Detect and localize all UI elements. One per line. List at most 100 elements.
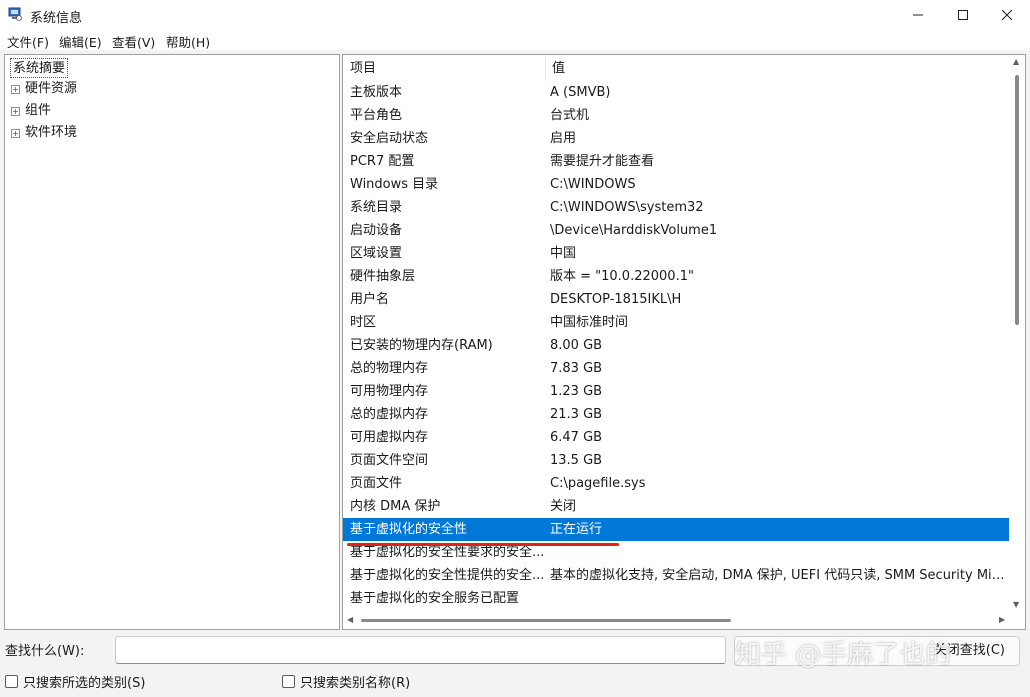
table-row[interactable]: 内核 DMA 保护 关闭 <box>343 495 1009 518</box>
menu-bar: 文件(F) 编辑(E) 查看(V) 帮助(H) <box>0 30 1030 50</box>
close-button[interactable] <box>984 0 1030 30</box>
title-bar: 系统信息 <box>0 0 1030 30</box>
checkbox[interactable] <box>282 674 295 688</box>
red-annotation-underline <box>347 543 619 546</box>
row-value-cell: 正在运行 <box>550 522 603 537</box>
row-value-cell: 中国标准时间 <box>550 315 629 330</box>
system-info-app-icon <box>8 7 22 21</box>
expand-icon[interactable]: + <box>11 85 20 94</box>
table-row[interactable]: 区域设置 中国 <box>343 242 1009 265</box>
row-value-cell: 8.00 GB <box>550 338 603 353</box>
menu-help[interactable]: 帮助(H) <box>166 32 210 51</box>
table-row[interactable]: 页面文件空间 13.5 GB <box>343 449 1009 472</box>
tree-item-system-summary[interactable]: 系统摘要 <box>10 58 69 78</box>
table-row[interactable]: 页面文件 C:\pagefile.sys <box>343 472 1009 495</box>
row-value-cell: 1.23 GB <box>550 384 603 399</box>
table-row[interactable]: 总的虚拟内存 21.3 GB <box>343 403 1009 426</box>
expand-icon[interactable]: + <box>11 129 20 138</box>
row-item-cell: 区域设置 <box>350 246 403 261</box>
maximize-button[interactable] <box>940 0 986 30</box>
table-row[interactable]: 基于虚拟化的安全服务已配置 <box>343 587 1009 610</box>
menu-edit[interactable]: 编辑(E) <box>59 32 102 51</box>
row-item-cell: 基于虚拟化的安全性提供的安全... <box>350 568 545 583</box>
row-value-cell: 关闭 <box>550 499 577 514</box>
table-row[interactable]: 时区 中国标准时间 <box>343 311 1009 334</box>
tree-item-label: 硬件资源 <box>25 81 78 96</box>
table-row[interactable]: PCR7 配置 需要提升才能查看 <box>343 150 1009 173</box>
table-row[interactable]: Windows 目录 C:\WINDOWS <box>343 173 1009 196</box>
row-value-cell: 中国 <box>550 246 577 261</box>
row-item-cell: 总的物理内存 <box>350 361 429 376</box>
row-value-cell: C:\pagefile.sys <box>550 476 646 491</box>
tree-item-components[interactable]: + 组件 <box>11 101 51 121</box>
minimize-icon <box>913 14 923 16</box>
menu-file[interactable]: 文件(F) <box>7 32 49 51</box>
search-category-names-option[interactable]: 只搜索类别名称(R) <box>282 673 411 691</box>
table-row[interactable]: 硬件抽象层 版本 = "10.0.22000.1" <box>343 265 1009 288</box>
find-what-input[interactable] <box>115 636 726 664</box>
find-what-label: 查找什么(W): <box>5 644 85 659</box>
row-value-cell: DESKTOP-1815IKL\H <box>550 292 682 307</box>
row-value-cell: 7.83 GB <box>550 361 603 376</box>
row-item-cell: 页面文件 <box>350 476 403 491</box>
details-rows: 主板版本 A (SMVB) 平台角色 台式机安全启动状态 启用 PCR7 配置 需要提升才能… <box>343 81 1009 610</box>
window-title: 系统信息 <box>30 11 83 26</box>
row-value-cell: C:\WINDOWS\system32 <box>550 200 704 215</box>
search-selected-category-option[interactable]: 只搜索所选的类别(S) <box>5 673 146 691</box>
table-row[interactable]: 用户名 DESKTOP-1815IKL\H <box>343 288 1009 311</box>
row-value-cell: 需要提升才能查看 <box>550 154 655 169</box>
checkbox[interactable] <box>5 674 18 688</box>
table-row[interactable]: 主板版本 A (SMVB) <box>343 81 1009 104</box>
expand-icon[interactable]: + <box>11 107 20 116</box>
column-header-item[interactable]: 项目 <box>343 57 545 81</box>
checkbox-label: 只搜索类别名称(R) <box>300 675 411 691</box>
close-find-button[interactable]: 关闭查找(C) <box>734 636 1020 666</box>
minimize-button[interactable] <box>895 0 941 30</box>
row-item-cell: 基于虚拟化的安全服务已配置 <box>350 591 520 606</box>
row-item-cell: 内核 DMA 保护 <box>350 499 441 514</box>
row-value-cell: 21.3 GB <box>550 407 603 422</box>
row-item-cell: 总的虚拟内存 <box>350 407 429 422</box>
table-row[interactable]: 已安装的物理内存(RAM) 8.00 GB <box>343 334 1009 357</box>
row-item-cell: 平台角色 <box>350 108 403 123</box>
column-header-value[interactable]: 值 <box>545 57 1009 81</box>
row-value-cell: A (SMVB) <box>550 85 611 100</box>
table-row[interactable]: 总的物理内存 7.83 GB <box>343 357 1009 380</box>
table-row[interactable]: 基于虚拟化的安全性提供的安全... 基本的虚拟化支持, 安全启动, DMA 保护,… <box>343 564 1009 587</box>
row-value-cell: 13.5 GB <box>550 453 603 468</box>
scroll-right-icon[interactable]: ▶ <box>999 615 1005 624</box>
maximize-icon <box>958 10 968 20</box>
table-row[interactable]: 可用虚拟内存 6.47 GB <box>343 426 1009 449</box>
scroll-up-icon[interactable]: ▲ <box>1013 57 1019 66</box>
horizontal-scroll-thumb[interactable] <box>361 619 731 622</box>
scroll-down-icon[interactable]: ▼ <box>1013 600 1019 609</box>
row-item-cell: Windows 目录 <box>350 177 439 192</box>
details-list[interactable]: 项目 值 主板版本 A (SMVB) 平台角色 台式机安全启动状态 启用 PCR7 配置 需… <box>342 54 1026 630</box>
table-row[interactable]: 平台角色 台式机 <box>343 104 1009 127</box>
horizontal-scrollbar[interactable]: ◀ ▶ <box>343 611 1025 629</box>
row-item-cell: 用户名 <box>350 292 390 307</box>
tree-item-label: 软件环境 <box>25 125 78 140</box>
row-item-cell: 已安装的物理内存(RAM) <box>350 338 493 353</box>
row-item-cell: 硬件抽象层 <box>350 269 416 284</box>
row-item-cell: 主板版本 <box>350 85 403 100</box>
category-tree[interactable]: 系统摘要 + 硬件资源 + 组件 + 软件环境 <box>4 54 340 630</box>
menu-view[interactable]: 查看(V) <box>112 32 155 51</box>
row-value-cell: 台式机 <box>550 108 590 123</box>
row-value-cell: 启用 <box>550 131 577 146</box>
vertical-scroll-thumb[interactable] <box>1015 75 1019 325</box>
table-row[interactable]: 系统目录 C:\WINDOWS\system32 <box>343 196 1009 219</box>
vertical-scrollbar[interactable]: ▲ ▼ <box>1009 55 1025 613</box>
scroll-left-icon[interactable]: ◀ <box>347 615 353 624</box>
row-item-cell: 安全启动状态 <box>350 131 429 146</box>
table-row[interactable]: 基于虚拟化的安全性 正在运行 <box>343 518 1009 541</box>
row-item-cell: 可用虚拟内存 <box>350 430 429 445</box>
table-row[interactable]: 启动设备 \Device\HarddiskVolume1 <box>343 219 1009 242</box>
row-value-cell: C:\WINDOWS <box>550 177 636 192</box>
table-row[interactable]: 可用物理内存 1.23 GB <box>343 380 1009 403</box>
tree-item-hardware-resources[interactable]: + 硬件资源 <box>11 79 77 99</box>
table-row[interactable]: 安全启动状态 启用 <box>343 127 1009 150</box>
checkbox-label: 只搜索所选的类别(S) <box>23 675 146 691</box>
row-item-cell: PCR7 配置 <box>350 154 415 169</box>
tree-item-software-environment[interactable]: + 软件环境 <box>11 123 77 143</box>
